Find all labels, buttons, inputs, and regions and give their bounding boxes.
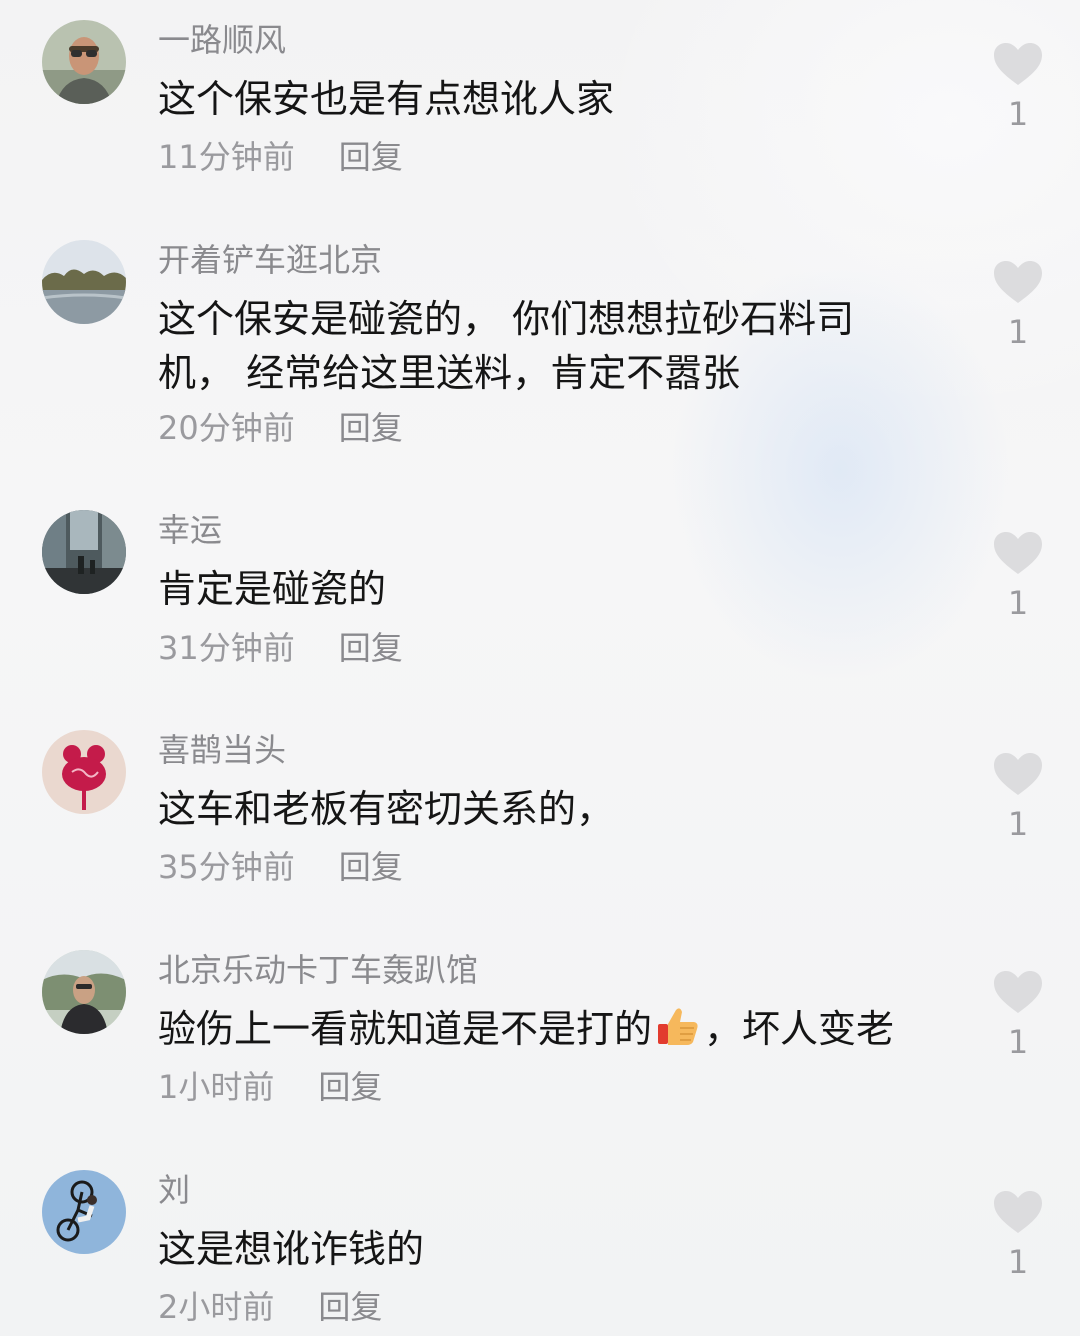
avatar[interactable] [42, 240, 126, 324]
comment-meta: 20分钟前 回复 [158, 408, 403, 448]
like-count: 1 [1007, 584, 1029, 622]
comment-text-part: 验伤上一看就知道是不是打的 [158, 1007, 653, 1051]
reply-button[interactable]: 回复 [339, 628, 403, 668]
like-count: 1 [1007, 1023, 1029, 1061]
avatar[interactable] [42, 20, 126, 104]
timestamp: 35分钟前 [158, 848, 295, 886]
like-button[interactable]: 1 [990, 970, 1046, 1062]
comment-meta: 1小时前 回复 [158, 1067, 382, 1107]
like-button[interactable]: 1 [990, 260, 1046, 352]
comment-meta: 31分钟前 回复 [158, 628, 403, 668]
like-button[interactable]: 1 [990, 752, 1046, 844]
reply-button[interactable]: 回复 [318, 1287, 382, 1327]
avatar[interactable] [42, 950, 126, 1034]
timestamp: 31分钟前 [158, 629, 295, 667]
thumbs-up-emoji-icon [656, 1004, 700, 1062]
comment-text: 这车和老板有密切关系的， [158, 787, 615, 831]
timestamp: 1小时前 [158, 1068, 275, 1106]
comment-meta: 35分钟前 回复 [158, 847, 403, 887]
comment-text: 这个保安也是有点想讹人家 [158, 77, 615, 121]
comment-text: 这个保安是碰瓷的， 你们想想拉砂石料司机， 经常给这里送料，肯定不嚣张 [158, 297, 855, 395]
username[interactable]: 北京乐动卡丁车轰趴馆 [158, 950, 478, 990]
comment-text: 验伤上一看就知道是不是打的 ，坏人变老 [158, 1002, 918, 1062]
reply-button[interactable]: 回复 [339, 408, 403, 448]
heart-icon [994, 1191, 1042, 1233]
comment-meta: 11分钟前 回复 [158, 137, 403, 177]
username[interactable]: 开着铲车逛北京 [158, 240, 382, 280]
timestamp: 20分钟前 [158, 409, 295, 447]
like-count: 1 [1007, 805, 1029, 843]
like-count: 1 [1007, 95, 1029, 133]
page-background [0, 0, 1080, 1336]
reply-button[interactable]: 回复 [339, 847, 403, 887]
heart-icon [994, 43, 1042, 85]
heart-icon [994, 532, 1042, 574]
username[interactable]: 刘 [158, 1170, 190, 1210]
comment-text-part: ，坏人变老 [704, 1007, 895, 1051]
like-button[interactable]: 1 [990, 42, 1046, 134]
timestamp: 2小时前 [158, 1288, 275, 1326]
like-button[interactable]: 1 [990, 1190, 1046, 1282]
avatar[interactable] [42, 1170, 126, 1254]
like-count: 1 [1007, 1243, 1029, 1281]
heart-icon [994, 971, 1042, 1013]
comment-text: 这是想讹诈钱的 [158, 1227, 425, 1271]
comment-meta: 2小时前 回复 [158, 1287, 382, 1327]
timestamp: 11分钟前 [158, 138, 295, 176]
username[interactable]: 喜鹊当头 [158, 730, 286, 770]
reply-button[interactable]: 回复 [318, 1067, 382, 1107]
reply-button[interactable]: 回复 [339, 137, 403, 177]
avatar[interactable] [42, 510, 126, 594]
username[interactable]: 幸运 [158, 510, 222, 550]
like-button[interactable]: 1 [990, 531, 1046, 623]
comment-text: 肯定是碰瓷的 [158, 567, 387, 611]
like-count: 1 [1007, 313, 1029, 351]
username[interactable]: 一路顺风 [158, 20, 286, 60]
heart-icon [994, 753, 1042, 795]
avatar[interactable] [42, 730, 126, 814]
heart-icon [994, 261, 1042, 303]
